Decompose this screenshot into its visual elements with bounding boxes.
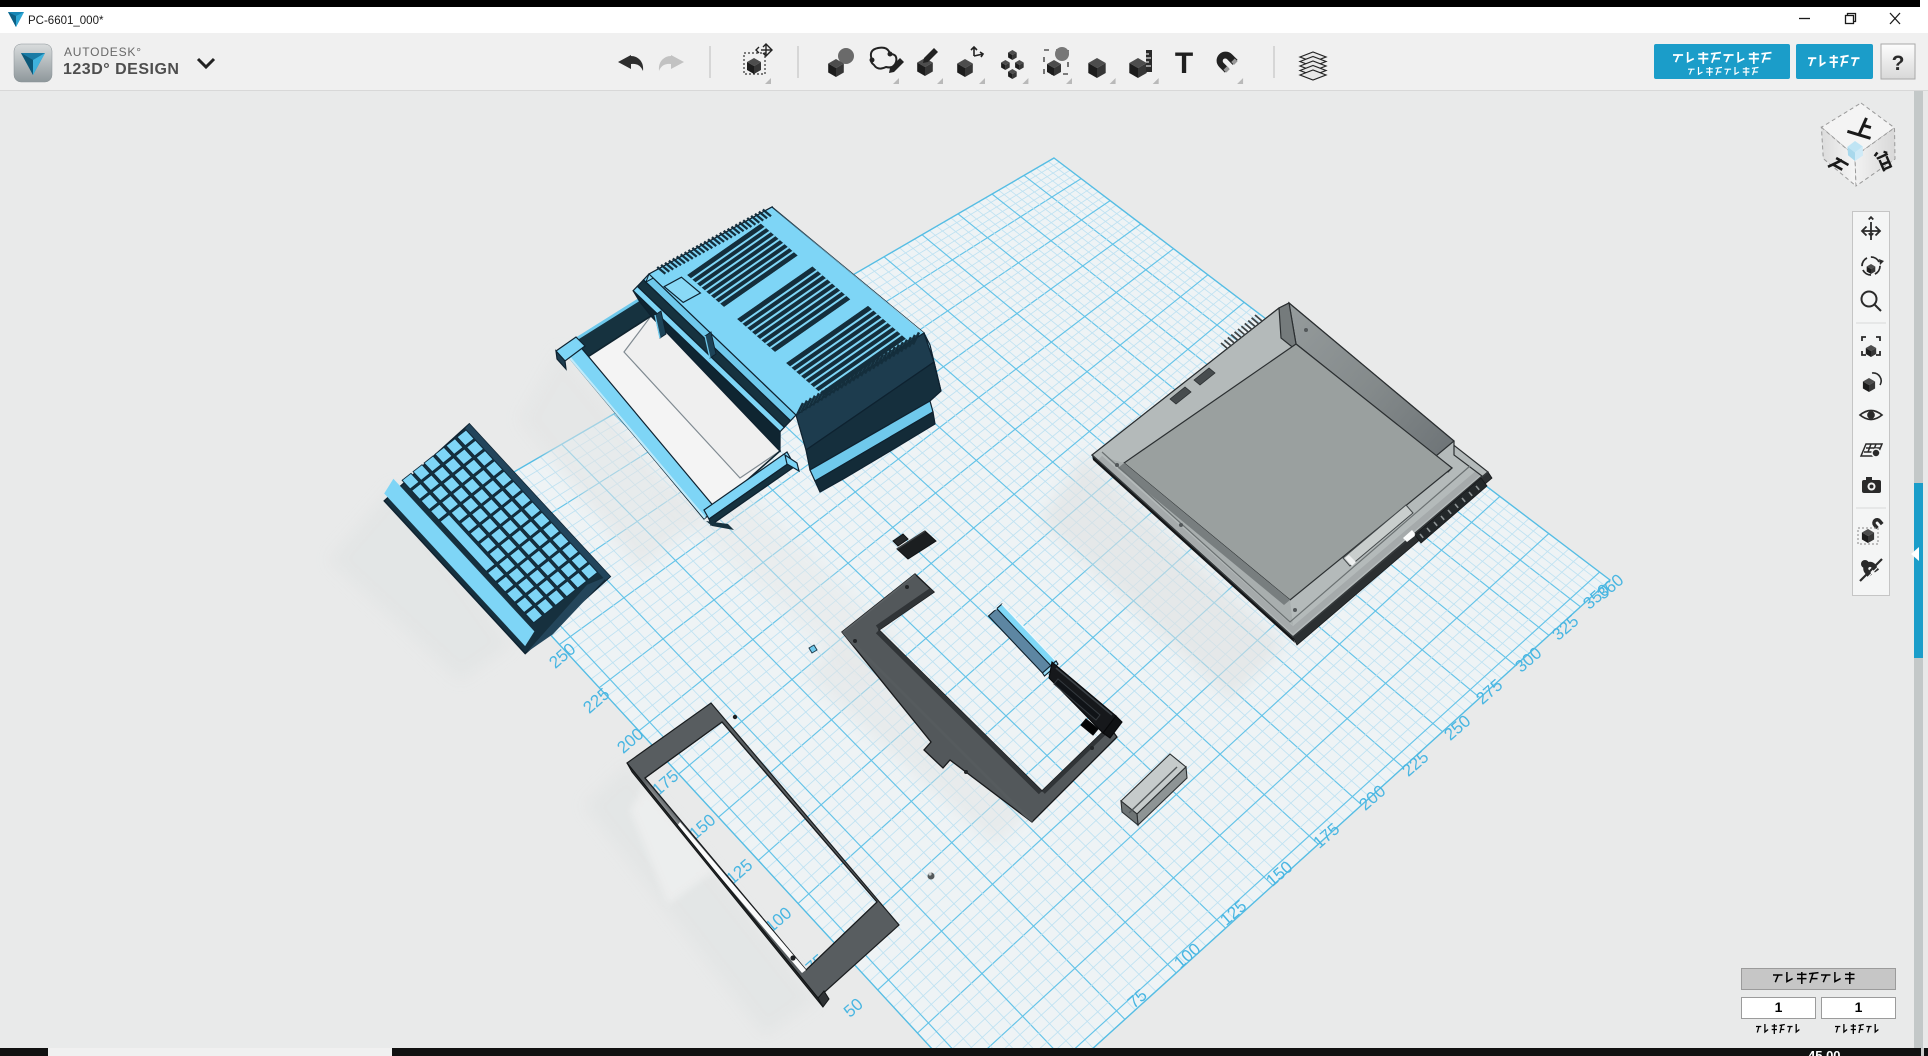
svg-text:?: ?: [1892, 52, 1905, 75]
